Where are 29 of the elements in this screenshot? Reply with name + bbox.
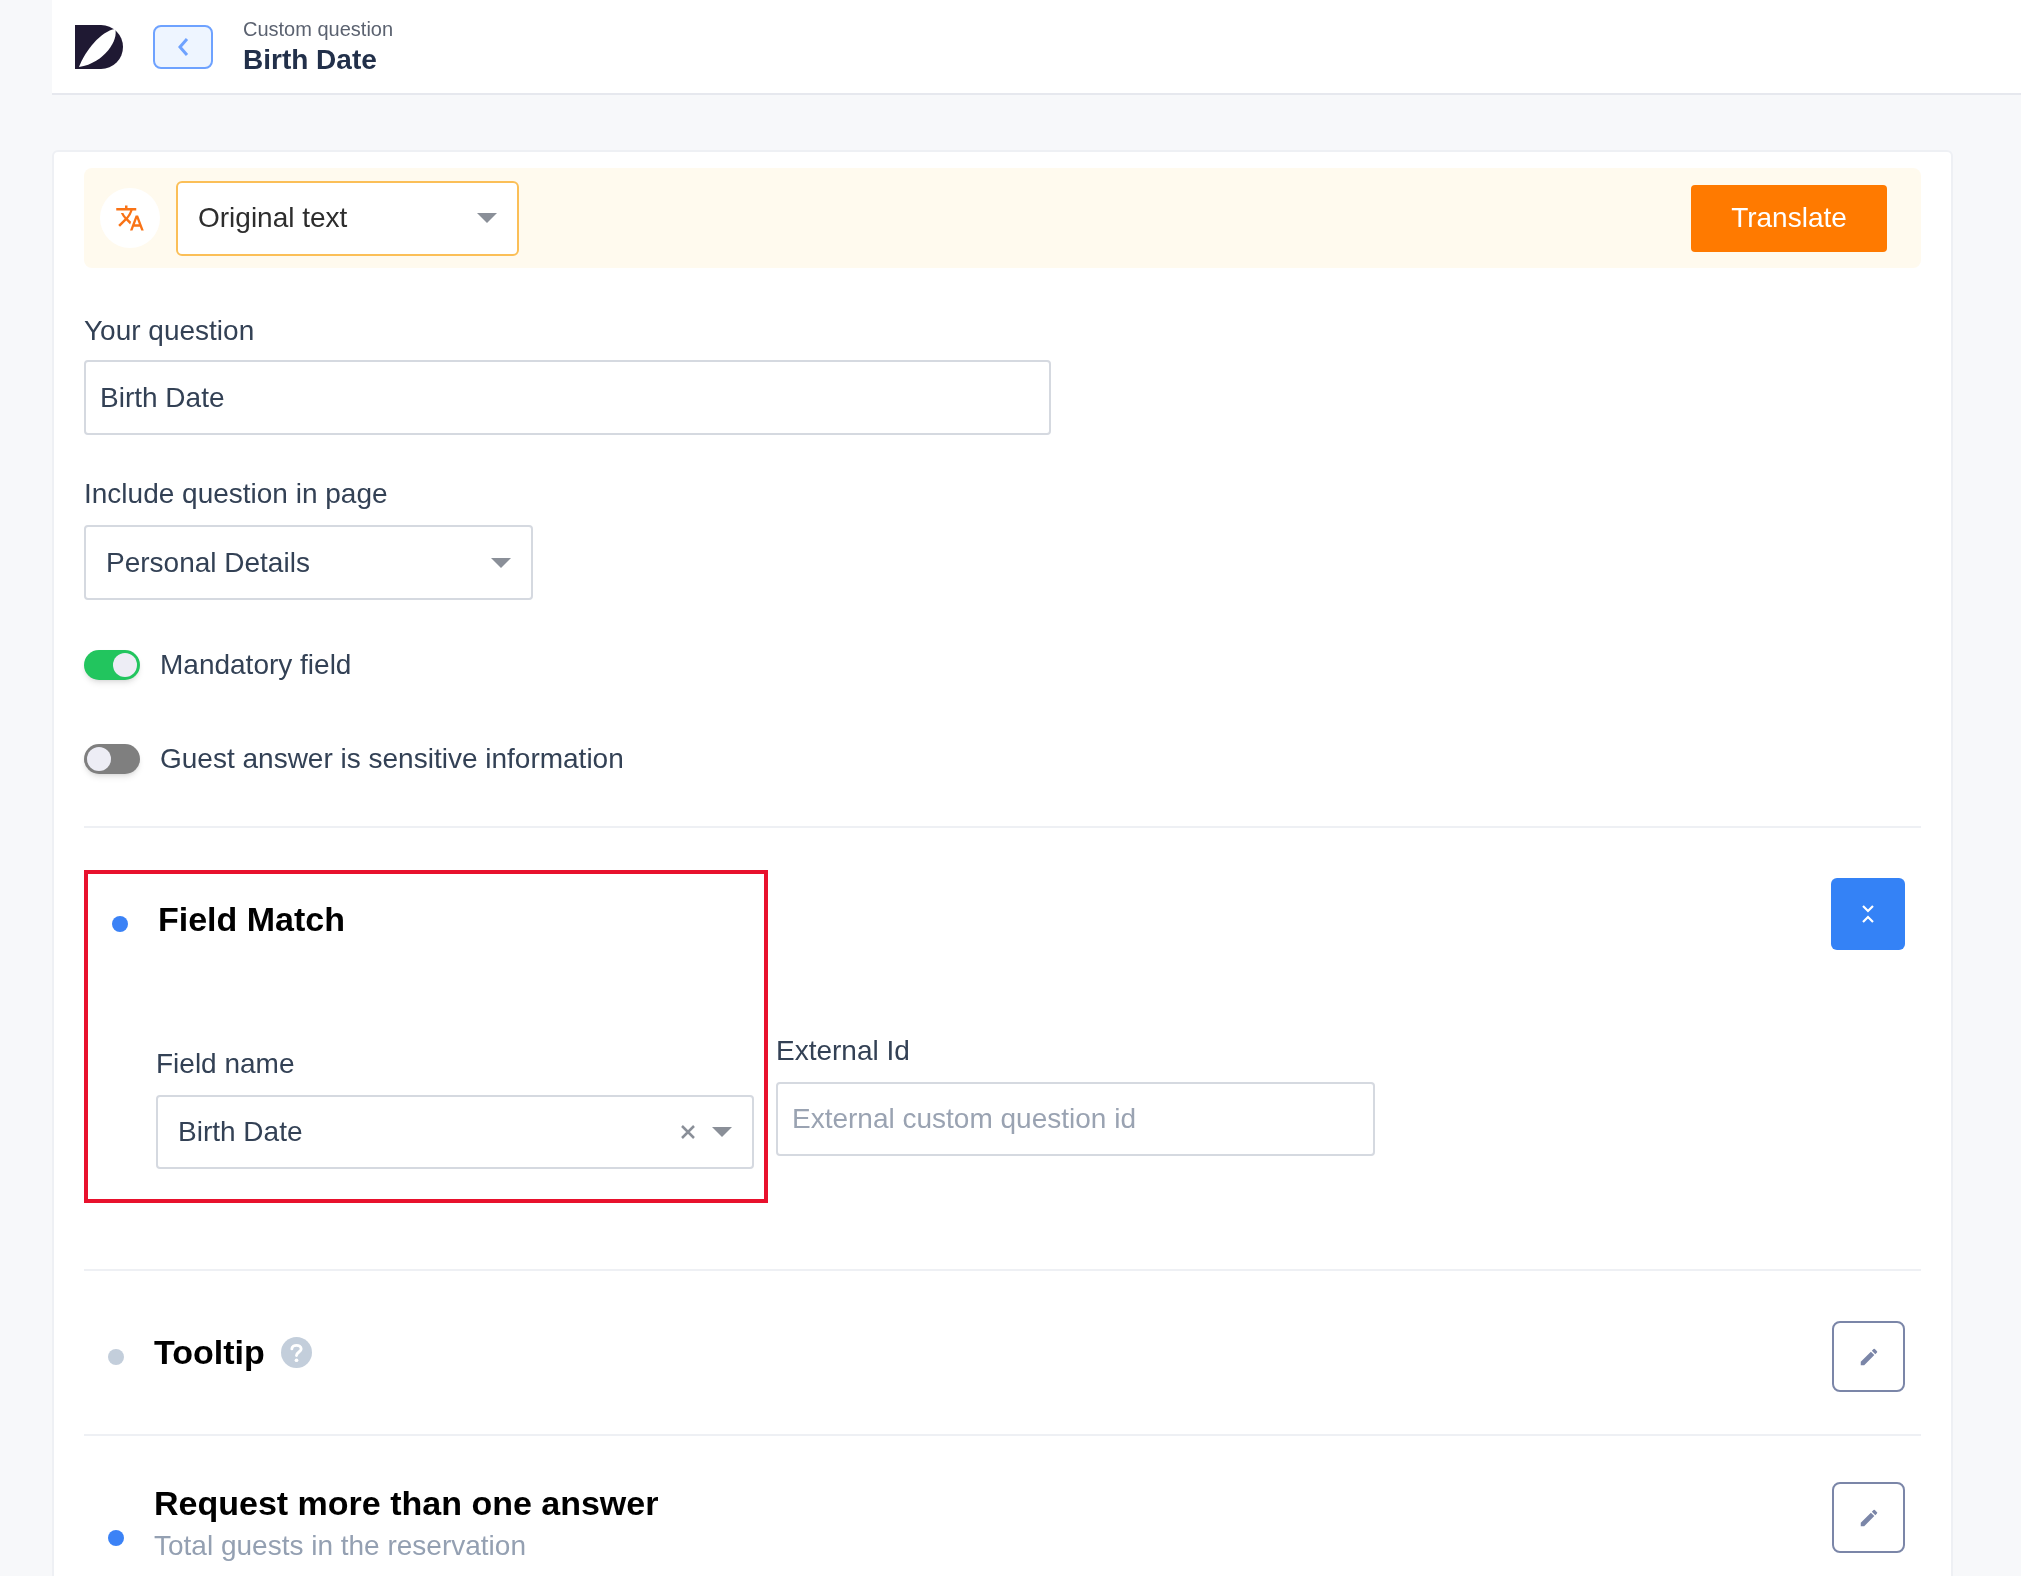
field-label: Field name — [156, 1047, 296, 1081]
section-title: Field Match — [158, 899, 346, 940]
page-select[interactable]: Personal Details — [84, 525, 533, 600]
section-title: Tooltip — [154, 1332, 265, 1373]
page-select-label: Include question in page — [84, 477, 389, 511]
toggle-switch[interactable] — [84, 650, 140, 680]
logo-icon[interactable] — [75, 22, 123, 71]
page-title: Birth Date — [243, 42, 378, 77]
back-button[interactable] — [153, 24, 213, 69]
collapse-icon — [1862, 904, 1874, 924]
section-subtitle: Total guests in the reservation — [154, 1529, 527, 1563]
field-label: External Id — [776, 1034, 911, 1068]
toggle-label: Mandatory field — [160, 648, 352, 682]
external-id-input[interactable]: External custom question id — [776, 1082, 1375, 1156]
clear-icon[interactable] — [680, 1124, 696, 1140]
field-name-select[interactable]: Birth Date — [156, 1095, 754, 1169]
language-select[interactable]: Original text — [176, 180, 519, 256]
toggle-switch[interactable] — [84, 744, 140, 774]
question-label: Your question — [84, 314, 256, 348]
section-title: Request more than one answer — [154, 1483, 659, 1524]
toggle-label: Guest answer is sensitive information — [160, 742, 624, 776]
edit-button[interactable] — [1832, 1482, 1905, 1553]
dropdown-caret-icon — [477, 213, 497, 223]
dropdown-caret-icon — [491, 557, 511, 568]
dropdown-caret-icon — [712, 1127, 732, 1137]
chevron-left-icon — [177, 36, 189, 57]
edit-button[interactable] — [1832, 1321, 1905, 1392]
question-input[interactable]: Birth Date — [84, 360, 1051, 435]
page-subtitle: Custom question — [243, 16, 394, 42]
